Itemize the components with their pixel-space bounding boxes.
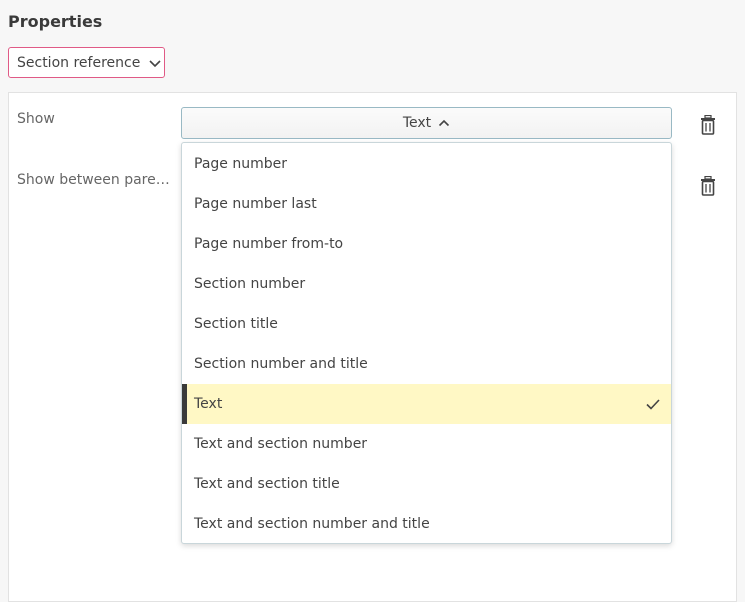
show-label: Show	[17, 111, 55, 127]
dropdown-option[interactable]: Section number and title	[182, 344, 671, 384]
show-select-value: Text	[402, 115, 432, 131]
dropdown-option-label: Section number and title	[194, 356, 368, 372]
section-type-select[interactable]: Section reference	[8, 47, 165, 78]
check-icon	[646, 399, 660, 410]
show-select[interactable]: Text	[181, 107, 672, 139]
dropdown-option[interactable]: Section number	[182, 264, 671, 304]
section-type-select-value: Section reference	[17, 54, 141, 71]
dropdown-option[interactable]: Page number	[182, 144, 671, 184]
dropdown-option[interactable]: Text and section title	[182, 464, 671, 504]
chevron-up-icon	[439, 119, 450, 127]
dropdown-option[interactable]: Text and section number	[182, 424, 671, 464]
dropdown-option[interactable]: Section title	[182, 304, 671, 344]
show-dropdown-menu: Page number Page number last Page number…	[181, 142, 672, 544]
dropdown-option-label: Text and section number and title	[194, 516, 430, 532]
show-between-parentheses-label: Show between parent...	[17, 172, 177, 188]
dropdown-option-label: Text and section title	[194, 476, 340, 492]
dropdown-option[interactable]: Text and section number and title	[182, 504, 671, 543]
dropdown-option-label: Page number last	[194, 196, 317, 212]
dropdown-option-label: Text	[194, 396, 223, 412]
dropdown-option-label: Section title	[194, 316, 278, 332]
dropdown-option[interactable]: Page number from-to	[182, 224, 671, 264]
chevron-down-icon	[149, 59, 161, 67]
dropdown-option-label: Text and section number	[194, 436, 368, 452]
trash-icon[interactable]	[699, 176, 717, 196]
trash-icon[interactable]	[699, 115, 717, 135]
dropdown-option-label: Section number	[194, 276, 306, 292]
properties-title: Properties	[8, 12, 103, 31]
dropdown-option-label: Page number	[194, 156, 287, 172]
dropdown-option-label: Page number from-to	[194, 236, 344, 252]
dropdown-option[interactable]: Page number last	[182, 184, 671, 224]
dropdown-option-selected[interactable]: Text	[182, 384, 671, 424]
